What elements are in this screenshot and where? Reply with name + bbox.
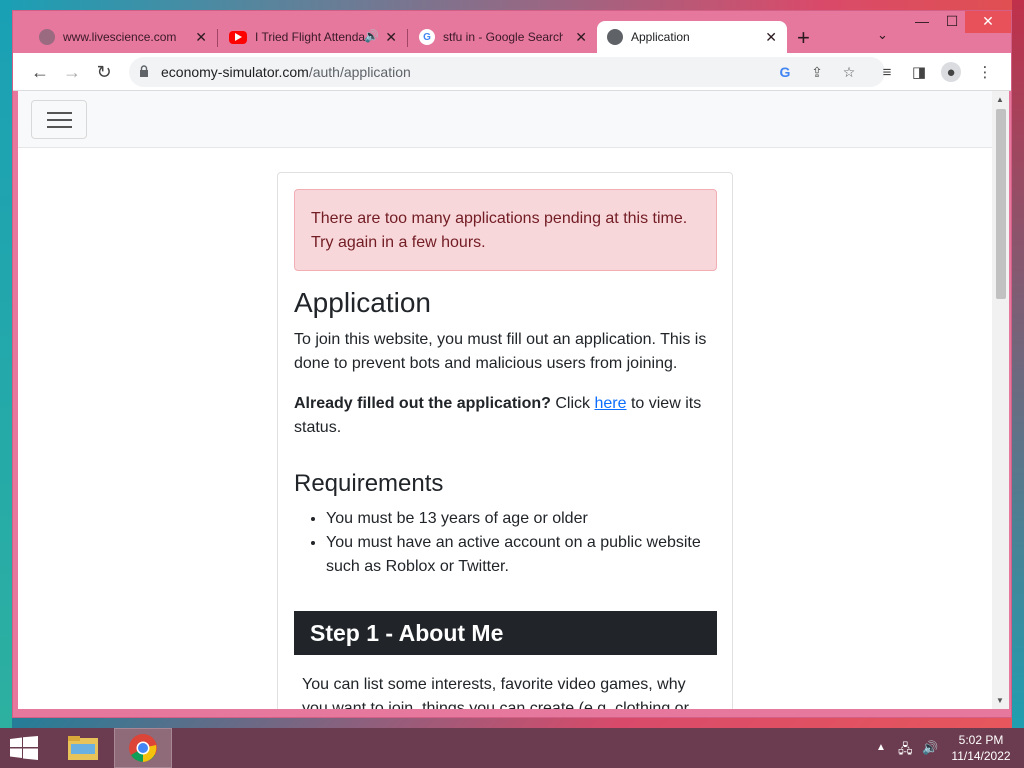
browser-toolbar: ← → ↻ economy-simulator.com/auth/applica… — [13, 53, 1011, 91]
google-icon: G — [419, 29, 435, 45]
scroll-up-arrow-icon[interactable]: ▲ — [996, 95, 1004, 104]
volume-icon[interactable]: 🔊 — [922, 740, 938, 756]
page-title: Application — [294, 287, 431, 318]
already-filled-label: Already filled out the application? — [294, 395, 551, 412]
close-tab-icon[interactable]: ✕ — [575, 29, 587, 46]
list-item: You must be 13 years of age or older — [326, 507, 716, 531]
forward-arrow-icon[interactable]: → — [61, 61, 83, 83]
tab-strip: www.livescience.com ✕ I Tried Flight Att… — [13, 11, 1011, 53]
tab-title: Application — [631, 30, 690, 44]
menu-kebab-icon[interactable]: ⋮ — [975, 62, 995, 82]
browser-window: www.livescience.com ✕ I Tried Flight Att… — [12, 10, 1012, 718]
back-arrow-icon[interactable]: ← — [29, 61, 51, 83]
desktop-wallpaper-right — [1012, 0, 1024, 728]
globe-icon — [607, 29, 623, 45]
audio-playing-icon[interactable]: 🔊 — [364, 29, 379, 43]
windows-start-icon[interactable] — [10, 736, 38, 760]
tab-application[interactable]: Application ✕ — [597, 21, 787, 53]
maximize-button[interactable]: ☐ — [937, 11, 967, 33]
google-translate-icon[interactable]: G — [775, 62, 795, 82]
reload-icon[interactable]: ↻ — [93, 61, 115, 83]
step1-description: You can list some interests, favorite vi… — [302, 676, 689, 709]
scrollbar-thumb[interactable] — [996, 109, 1006, 299]
site-navbar — [18, 91, 992, 148]
tab-livescience[interactable]: www.livescience.com ✕ — [29, 21, 217, 53]
hamburger-menu-icon[interactable] — [31, 100, 87, 139]
media-control-icon[interactable]: ≡ — [877, 62, 897, 82]
close-tab-icon[interactable]: ✕ — [765, 29, 777, 46]
tab-title: stfu in - Google Search — [443, 30, 563, 44]
file-explorer-icon[interactable] — [54, 728, 112, 768]
tab-search-chevron-icon[interactable]: ⌄ — [877, 27, 888, 43]
pending-alert: There are too many applications pending … — [294, 189, 717, 271]
step1-heading: Step 1 - About Me — [294, 611, 717, 655]
clock-date: 11/14/2022 — [951, 749, 1011, 763]
click-text: Click — [550, 395, 595, 412]
status-paragraph: Already filled out the application? Clic… — [294, 392, 714, 440]
chrome-taskbar-icon[interactable] — [114, 728, 172, 768]
show-hidden-icons-chevron[interactable]: ▲ — [876, 742, 886, 753]
page-scrollbar[interactable]: ▲ ▼ — [992, 91, 1009, 709]
list-item: You must have an active account on a pub… — [326, 531, 716, 579]
clock-time: 5:02 PM — [958, 733, 1004, 747]
tab-youtube[interactable]: I Tried Flight Attenda 🔊 ✕ — [219, 21, 407, 53]
profile-avatar-icon[interactable]: ● — [941, 62, 961, 82]
requirements-list: You must be 13 years of age or older You… — [326, 507, 716, 579]
side-panel-icon[interactable]: ◨ — [909, 62, 929, 82]
close-window-button[interactable]: ✕ — [965, 11, 1011, 33]
tab-google-search[interactable]: G stfu in - Google Search ✕ — [409, 21, 597, 53]
tab-separator — [407, 29, 408, 47]
close-tab-icon[interactable]: ✕ — [385, 29, 397, 46]
taskbar: ▲ 🖧 🔊 5:02 PM 11/14/2022 — [0, 728, 1024, 768]
status-link[interactable]: here — [594, 395, 626, 412]
page-viewport: There are too many applications pending … — [18, 91, 992, 709]
close-tab-icon[interactable]: ✕ — [195, 29, 207, 46]
url-text: economy-simulator.com/auth/application — [161, 64, 411, 80]
system-clock[interactable]: 5:02 PM 11/14/2022 — [946, 732, 1016, 764]
youtube-icon — [229, 30, 247, 44]
desktop-wallpaper-left — [0, 0, 12, 728]
tab-title: I Tried Flight Attenda — [255, 30, 365, 44]
lock-icon — [140, 65, 148, 77]
tab-separator — [217, 29, 218, 47]
network-icon[interactable]: 🖧 — [898, 740, 913, 762]
requirements-heading: Requirements — [294, 470, 444, 497]
share-icon[interactable]: ⇪ — [807, 62, 827, 82]
application-card: There are too many applications pending … — [277, 172, 733, 709]
globe-icon — [39, 29, 55, 45]
tab-title: www.livescience.com — [63, 30, 177, 44]
intro-text: To join this website, you must fill out … — [294, 331, 707, 372]
new-tab-button[interactable]: + — [797, 25, 810, 51]
minimize-button[interactable]: — — [907, 11, 937, 33]
address-bar[interactable]: economy-simulator.com/auth/application G… — [129, 57, 885, 87]
bookmark-star-icon[interactable]: ☆ — [839, 62, 859, 82]
scroll-down-arrow-icon[interactable]: ▼ — [996, 696, 1004, 705]
